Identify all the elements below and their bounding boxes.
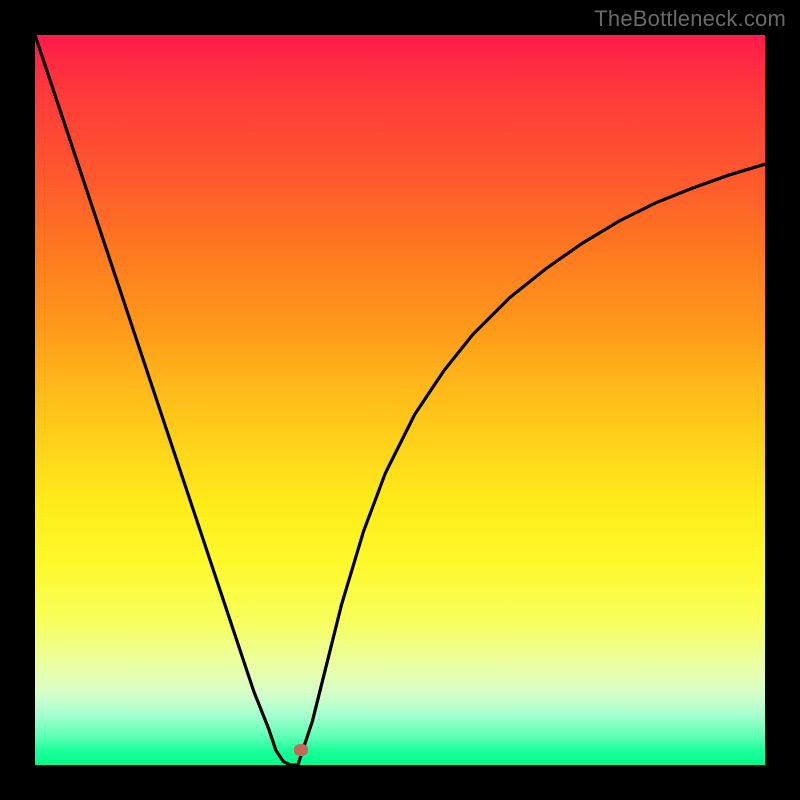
watermark-text: TheBottleneck.com xyxy=(594,6,786,32)
plot-area xyxy=(35,35,765,765)
tip-marker xyxy=(294,744,308,756)
curve-path xyxy=(35,35,765,765)
bottleneck-curve xyxy=(35,35,765,765)
chart-frame: TheBottleneck.com xyxy=(0,0,800,800)
